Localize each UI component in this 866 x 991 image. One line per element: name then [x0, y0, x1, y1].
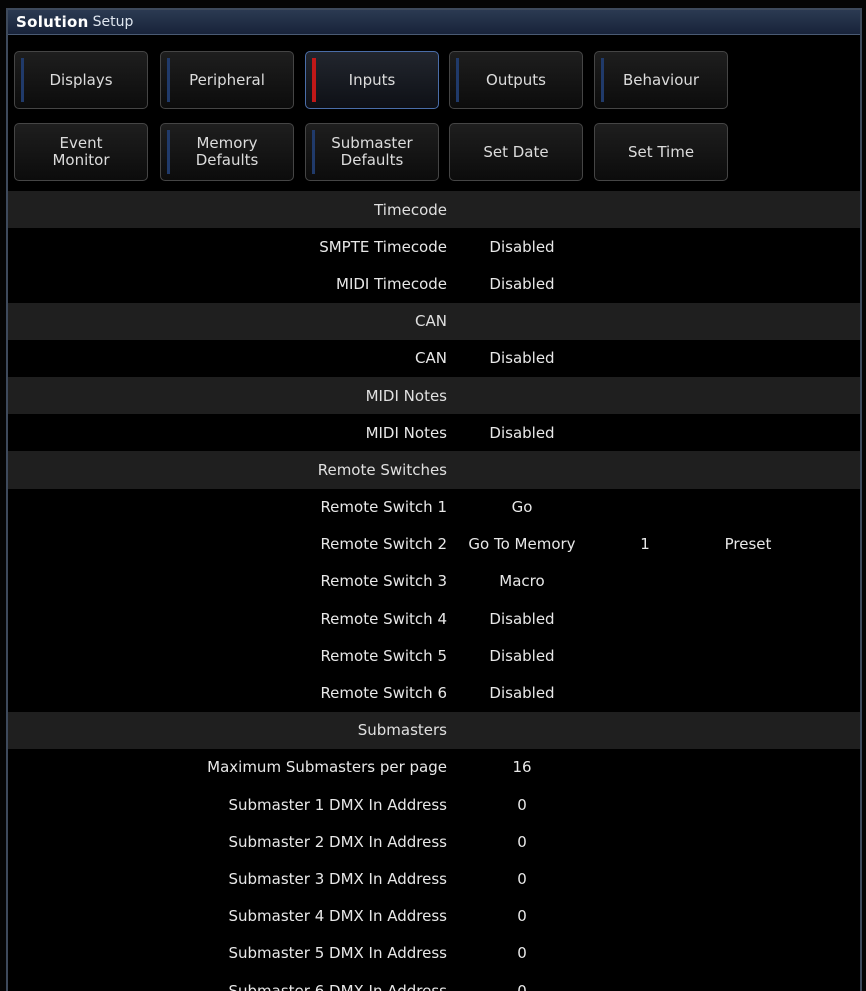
tab-indicator: [312, 130, 315, 174]
setting-value[interactable]: Disabled: [447, 275, 597, 293]
setting-row: Remote Switch 5 Disabled: [8, 637, 860, 674]
setting-label: Submaster 5 DMX In Address: [228, 944, 448, 963]
section-title: Submasters: [357, 721, 447, 740]
section-header-midi-notes: MIDI Notes: [8, 376, 860, 415]
setting-row: MIDI Notes Disabled: [8, 414, 860, 451]
setting-value[interactable]: Disabled: [447, 610, 597, 628]
window-title: Setup: [92, 14, 134, 30]
memory-number-value[interactable]: 1: [597, 535, 693, 553]
setup-window: Solution Setup Displays Peripheral Input…: [6, 8, 862, 991]
tab-peripheral[interactable]: Peripheral: [160, 51, 294, 109]
app-logo: Solution: [16, 13, 89, 31]
tab-label: Event Monitor: [52, 134, 110, 169]
setting-row: Submaster 2 DMX In Address 0: [8, 823, 860, 860]
setting-value[interactable]: 0: [447, 833, 597, 851]
tab-label: Peripheral: [189, 70, 265, 89]
setting-label: Remote Switch 6: [320, 684, 447, 703]
settings-list: Timecode SMPTE Timecode Disabled MIDI Tim…: [8, 191, 860, 991]
tab-label: Set Date: [483, 142, 549, 161]
tab-label: Outputs: [486, 70, 546, 89]
setting-row: Submaster 1 DMX In Address 0: [8, 786, 860, 823]
setting-value[interactable]: 16: [447, 758, 597, 776]
tab-label: Behaviour: [622, 70, 700, 89]
tab-set-date[interactable]: Set Date: [449, 123, 583, 181]
setting-value[interactable]: Macro: [447, 572, 597, 590]
setting-row: MIDI Timecode Disabled: [8, 265, 860, 302]
title-bar: Solution Setup: [8, 10, 860, 35]
tab-event-monitor[interactable]: Event Monitor: [14, 123, 148, 181]
setting-value[interactable]: Disabled: [447, 349, 597, 367]
setting-row: Submaster 6 DMX In Address 0: [8, 972, 860, 991]
setting-row: Remote Switch 3 Macro: [8, 563, 860, 600]
tab-submaster-defaults[interactable]: Submaster Defaults: [305, 123, 439, 181]
tab-bar: Displays Peripheral Inputs Outputs Behav…: [8, 35, 860, 191]
setting-value[interactable]: Disabled: [447, 684, 597, 702]
tab-label: Set Time: [627, 142, 695, 161]
setting-label: Remote Switch 1: [320, 498, 447, 517]
setting-value[interactable]: Disabled: [447, 238, 597, 256]
setting-label: Remote Switch 4: [320, 609, 447, 628]
section-header-remote-switches: Remote Switches: [8, 451, 860, 489]
setting-value[interactable]: Go: [447, 498, 597, 516]
setting-label: Maximum Submasters per page: [207, 758, 447, 777]
setting-row: Maximum Submasters per page 16: [8, 749, 860, 786]
setting-label: Submaster 3 DMX In Address: [228, 869, 448, 888]
setting-row: CAN Disabled: [8, 340, 860, 377]
setting-label: Submaster 2 DMX In Address: [228, 832, 448, 851]
section-title: CAN: [415, 312, 447, 331]
setting-value[interactable]: Disabled: [447, 424, 597, 442]
setting-label: MIDI Notes: [365, 423, 447, 442]
section-title: Remote Switches: [317, 460, 447, 479]
setting-value[interactable]: 0: [447, 982, 597, 991]
setting-label: SMPTE Timecode: [319, 237, 447, 256]
tab-indicator: [601, 58, 604, 102]
setting-label: Remote Switch 5: [320, 646, 447, 665]
setting-row: Remote Switch 4 Disabled: [8, 600, 860, 637]
tab-displays[interactable]: Displays: [14, 51, 148, 109]
setting-row: Remote Switch 6 Disabled: [8, 674, 860, 711]
setting-row: Submaster 5 DMX In Address 0: [8, 935, 860, 972]
setting-label: CAN: [415, 349, 447, 368]
section-header-can: CAN: [8, 302, 860, 340]
tab-label: Displays: [49, 70, 113, 89]
setting-row: Remote Switch 1 Go: [8, 489, 860, 526]
section-header-timecode: Timecode: [8, 191, 860, 229]
setting-label: MIDI Timecode: [336, 274, 447, 293]
tab-behaviour[interactable]: Behaviour: [594, 51, 728, 109]
tab-indicator: [167, 130, 170, 174]
setting-row: Submaster 3 DMX In Address 0: [8, 860, 860, 897]
tab-set-time[interactable]: Set Time: [594, 123, 728, 181]
setting-row: Remote Switch 2 Go To Memory 1 Preset: [8, 526, 860, 563]
setting-label: Submaster 1 DMX In Address: [228, 795, 448, 814]
tab-inputs[interactable]: Inputs: [305, 51, 439, 109]
tab-indicator: [456, 58, 459, 102]
setting-value[interactable]: 0: [447, 870, 597, 888]
setting-value[interactable]: Disabled: [447, 647, 597, 665]
tab-label: Memory Defaults: [195, 134, 259, 169]
section-title: Timecode: [374, 200, 447, 219]
tab-indicator: [312, 58, 316, 102]
setting-row: SMPTE Timecode Disabled: [8, 228, 860, 265]
setting-label: Submaster 4 DMX In Address: [228, 907, 448, 926]
tab-indicator: [167, 58, 170, 102]
memory-mode-value[interactable]: Preset: [693, 535, 803, 553]
tab-indicator: [21, 58, 24, 102]
setting-label: Remote Switch 3: [320, 572, 447, 591]
setting-value[interactable]: 0: [447, 944, 597, 962]
setting-label: Submaster 6 DMX In Address: [228, 981, 448, 991]
setting-value[interactable]: 0: [447, 796, 597, 814]
tab-label: Inputs: [348, 70, 396, 89]
tab-memory-defaults[interactable]: Memory Defaults: [160, 123, 294, 181]
tab-outputs[interactable]: Outputs: [449, 51, 583, 109]
section-header-submasters: Submasters: [8, 711, 860, 749]
setting-value[interactable]: Go To Memory: [447, 535, 597, 553]
setting-row: Submaster 4 DMX In Address 0: [8, 898, 860, 935]
setting-value[interactable]: 0: [447, 907, 597, 925]
setting-label: Remote Switch 2: [320, 535, 447, 554]
tab-label: Submaster Defaults: [331, 134, 413, 169]
section-title: MIDI Notes: [365, 386, 447, 405]
